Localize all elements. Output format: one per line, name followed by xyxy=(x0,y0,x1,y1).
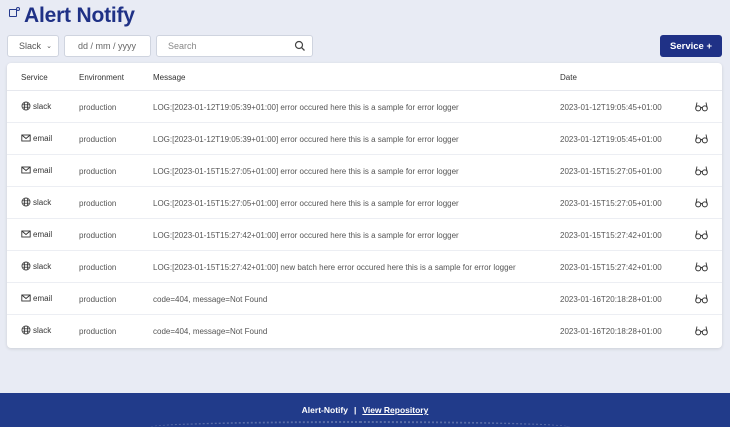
service-label: email xyxy=(33,229,53,239)
slack-icon xyxy=(21,261,31,271)
row-environment: production xyxy=(79,295,117,304)
view-details-icon[interactable] xyxy=(695,133,708,146)
row-date: 2023-01-12T19:05:45+01:00 xyxy=(560,103,662,112)
header-environment: Environment xyxy=(79,73,124,82)
row-message: code=404, message=Not Found xyxy=(153,295,268,304)
page-title: Alert Notify xyxy=(24,4,135,27)
slack-icon xyxy=(21,325,31,335)
chevron-down-icon: ⌄ xyxy=(46,43,52,50)
row-service: email xyxy=(21,229,52,239)
row-message: code=404, message=Not Found xyxy=(153,327,268,336)
date-input-placeholder: dd / mm / yyyy xyxy=(78,41,137,51)
logo-icon xyxy=(9,7,20,18)
row-date: 2023-01-15T15:27:42+01:00 xyxy=(560,263,662,272)
table-row: slack production LOG:[2023-01-12T19:05:39+… xyxy=(7,91,722,123)
table-row: email production LOG:[2023-01-12T19:05:39+… xyxy=(7,123,722,155)
row-service: slack xyxy=(21,325,51,335)
footer: Alert-Notify | View Repository xyxy=(0,393,730,427)
service-label: email xyxy=(33,165,53,175)
table-body: slack production LOG:[2023-01-12T19:05:39+… xyxy=(7,91,722,347)
email-icon xyxy=(21,165,31,175)
service-label: slack xyxy=(33,261,52,271)
row-environment: production xyxy=(79,103,117,112)
table-row: slack production code=404, message=Not Fou… xyxy=(7,315,722,347)
service-label: slack xyxy=(33,325,52,335)
row-environment: production xyxy=(79,167,117,176)
row-service: email xyxy=(21,165,52,175)
row-environment: production xyxy=(79,135,117,144)
row-message: LOG:[2023-01-15T15:27:05+01:00] error oc… xyxy=(153,167,459,176)
table-row: slack production LOG:[2023-01-15T15:27:42+… xyxy=(7,251,722,283)
add-service-button[interactable]: Service + xyxy=(660,35,722,57)
row-date: 2023-01-12T19:05:45+01:00 xyxy=(560,135,662,144)
app-header: Alert Notify xyxy=(9,4,135,28)
header-message: Message xyxy=(153,73,186,82)
service-label: email xyxy=(33,133,53,143)
row-environment: production xyxy=(79,199,117,208)
filter-bar: Slack ⌄ dd / mm / yyyy Search xyxy=(7,35,313,57)
row-service: slack xyxy=(21,197,51,207)
row-environment: production xyxy=(79,231,117,240)
search-input[interactable]: Search xyxy=(156,35,313,57)
row-date: 2023-01-16T20:18:28+01:00 xyxy=(560,327,662,336)
row-date: 2023-01-16T20:18:28+01:00 xyxy=(560,295,662,304)
view-details-icon[interactable] xyxy=(695,197,708,210)
view-details-icon[interactable] xyxy=(695,261,708,274)
table-row: email production LOG:[2023-01-15T15:27:42+… xyxy=(7,219,722,251)
table-row: slack production LOG:[2023-01-15T15:27:05+… xyxy=(7,187,722,219)
row-message: LOG:[2023-01-15T15:27:05+01:00] error oc… xyxy=(153,199,459,208)
row-environment: production xyxy=(79,327,117,336)
slack-icon xyxy=(21,101,31,111)
service-select-value: Slack xyxy=(19,41,42,51)
alerts-table: Service Environment Message Date slack pr… xyxy=(7,63,722,348)
service-label: slack xyxy=(33,197,52,207)
row-service: email xyxy=(21,133,52,143)
footer-brand: Alert-Notify xyxy=(301,405,348,415)
table-header: Service Environment Message Date xyxy=(7,63,722,91)
view-details-icon[interactable] xyxy=(695,325,708,338)
search-placeholder: Search xyxy=(168,41,197,51)
slack-icon xyxy=(21,197,31,207)
row-message: LOG:[2023-01-15T15:27:42+01:00] new batc… xyxy=(153,263,516,272)
view-details-icon[interactable] xyxy=(695,101,708,114)
service-select[interactable]: Slack ⌄ xyxy=(7,35,59,57)
row-date: 2023-01-15T15:27:05+01:00 xyxy=(560,199,662,208)
table-row: email production code=404, message=Not Fou… xyxy=(7,283,722,315)
email-icon xyxy=(21,293,31,303)
email-icon xyxy=(21,229,31,239)
row-date: 2023-01-15T15:27:42+01:00 xyxy=(560,231,662,240)
view-details-icon[interactable] xyxy=(695,165,708,178)
footer-wave xyxy=(150,421,570,427)
service-label: email xyxy=(33,293,53,303)
row-message: LOG:[2023-01-15T15:27:42+01:00] error oc… xyxy=(153,231,459,240)
row-message: LOG:[2023-01-12T19:05:39+01:00] error oc… xyxy=(153,135,459,144)
view-repository-link[interactable]: View Repository xyxy=(362,405,428,415)
email-icon xyxy=(21,133,31,143)
date-input[interactable]: dd / mm / yyyy xyxy=(64,35,151,57)
service-label: slack xyxy=(33,101,52,111)
row-date: 2023-01-15T15:27:05+01:00 xyxy=(560,167,662,176)
table-row: email production LOG:[2023-01-15T15:27:05+… xyxy=(7,155,722,187)
view-details-icon[interactable] xyxy=(695,229,708,242)
row-service: slack xyxy=(21,261,51,271)
search-icon[interactable] xyxy=(294,40,306,52)
view-details-icon[interactable] xyxy=(695,293,708,306)
row-environment: production xyxy=(79,263,117,272)
footer-separator: | xyxy=(353,405,357,415)
row-service: slack xyxy=(21,101,51,111)
row-service: email xyxy=(21,293,52,303)
row-message: LOG:[2023-01-12T19:05:39+01:00] error oc… xyxy=(153,103,459,112)
header-date: Date xyxy=(560,73,577,82)
header-service: Service xyxy=(21,73,48,82)
